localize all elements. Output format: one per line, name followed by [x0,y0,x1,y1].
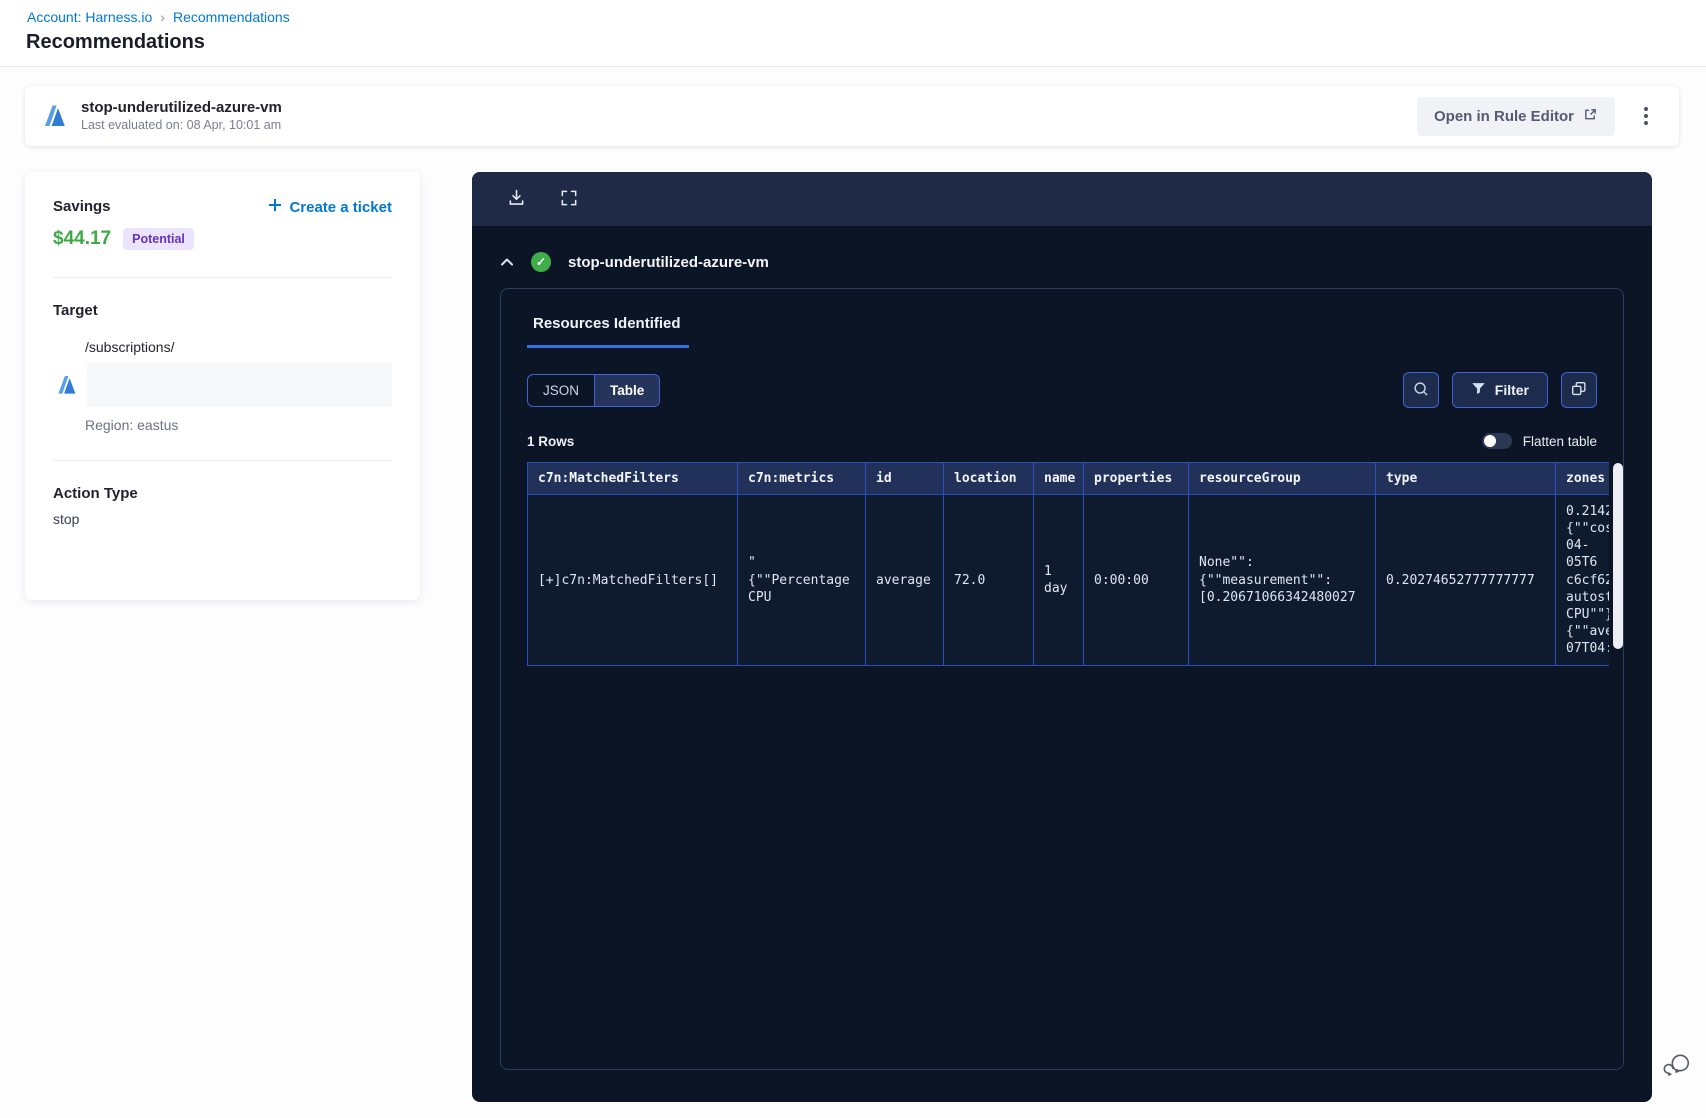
external-link-icon [1583,107,1598,126]
copy-button[interactable] [1561,372,1597,408]
flatten-table-label: Flatten table [1522,433,1597,449]
target-path: /subscriptions/ [85,339,175,355]
table-cell: 1 day [1033,493,1084,667]
view-toggle: JSON Table [527,373,661,407]
table-cell: 0.20274652777777777 [1375,493,1556,667]
details-card: Savings Create a ticket $44.17 Potential… [25,172,420,600]
resources-card: Resources Identified JSON Table Filter 1… [500,288,1624,1070]
tab-resources-identified[interactable]: Resources Identified [527,313,689,348]
table-cell: 0.21423 {""cost 04-05T6 c6cf625 autosto … [1555,493,1609,667]
action-type-label: Action Type [53,485,138,502]
filter-label: Filter [1494,382,1529,398]
table-scrollbar[interactable] [1613,463,1623,649]
rows-count: 1 Rows [527,433,575,449]
breadcrumb: Account: Harness.io › Recommendations [27,9,290,25]
column-header: c7n:MatchedFilters [527,462,738,495]
flatten-table-toggle[interactable] [1481,433,1512,449]
target-redacted-block [87,363,392,407]
open-rule-editor-button[interactable]: Open in Rule Editor [1416,96,1615,136]
download-icon [506,187,527,211]
savings-amount: $44.17 [53,228,112,249]
kebab-menu-button[interactable] [1629,99,1663,133]
table-cell: average [865,493,944,667]
divider [53,277,392,278]
potential-badge: Potential [123,228,194,250]
breadcrumb-recommendations-link[interactable]: Recommendations [173,9,290,25]
collapse-button[interactable] [500,255,514,270]
target-label: Target [53,302,98,319]
recommendation-title: stop-underutilized-azure-vm [81,98,282,116]
azure-icon [55,373,79,397]
table-row: [+]c7n:MatchedFilters[] " {""Percentage … [527,493,1609,667]
page-title: Recommendations [26,31,205,53]
results-panel: ✓ stop-underutilized-azure-vm Resources … [472,172,1652,1102]
results-toolbar [472,172,1652,226]
search-icon [1412,380,1430,401]
success-check-icon: ✓ [531,252,551,272]
search-button[interactable] [1402,372,1439,408]
rule-name: stop-underutilized-azure-vm [568,253,769,271]
table-header-row: c7n:MatchedFilters c7n:metrics id locati… [527,462,1609,495]
column-header: name [1033,462,1084,495]
chat-bubbles-icon [1661,1054,1693,1085]
rule-header-row: ✓ stop-underutilized-azure-vm [472,226,1652,272]
fullscreen-icon [559,188,579,211]
content-area: stop-underutilized-azure-vm Last evaluat… [0,67,1706,1118]
savings-label: Savings [53,198,111,215]
filter-button[interactable]: Filter [1451,372,1548,408]
plus-icon [268,198,282,216]
view-toggle-json[interactable]: JSON [528,375,594,406]
table-cell: None"": {""measurement"": [0.20671066342… [1188,493,1376,667]
open-rule-editor-label: Open in Rule Editor [1433,107,1574,125]
action-type-value: stop [53,511,80,527]
view-toggle-table[interactable]: Table [594,374,660,406]
recommendation-last-evaluated: Last evaluated on: 08 Apr, 10:01 am [81,118,282,133]
chevron-up-icon [500,255,514,270]
feedback-chat-button[interactable] [1660,1050,1694,1084]
azure-icon [41,102,69,130]
table-cell: 0:00:00 [1083,493,1189,667]
results-table-zone: c7n:MatchedFilters c7n:metrics id locati… [527,462,1623,667]
matched-filters-expand-link[interactable]: [+]c7n:MatchedFilters[] [527,493,738,667]
column-header: zones [1555,462,1609,495]
recommendations-page: Account: Harness.io › Recommendations Re… [0,0,1706,1118]
resources-table: c7n:MatchedFilters c7n:metrics id locati… [527,462,1609,667]
divider [53,460,392,461]
recommendation-header-card: stop-underutilized-azure-vm Last evaluat… [25,86,1679,146]
column-header: properties [1083,462,1189,495]
table-cell: " {""Percentage CPU [737,493,866,667]
create-ticket-button[interactable]: Create a ticket [268,198,392,216]
column-header: resourceGroup [1188,462,1376,495]
create-ticket-label: Create a ticket [289,198,392,216]
column-header: type [1375,462,1556,495]
column-header: id [865,462,944,495]
breadcrumb-separator-icon: › [160,9,165,25]
copy-icon [1570,380,1588,401]
fullscreen-button[interactable] [559,188,579,211]
recommendation-title-block: stop-underutilized-azure-vm Last evaluat… [81,99,282,134]
download-button[interactable] [506,187,527,211]
filter-icon [1471,381,1486,399]
column-header: location [943,462,1034,495]
target-region: Region: eastus [85,417,179,433]
column-header: c7n:metrics [737,462,866,495]
breadcrumb-account-link[interactable]: Account: Harness.io [27,9,152,25]
table-cell: 72.0 [943,493,1034,667]
